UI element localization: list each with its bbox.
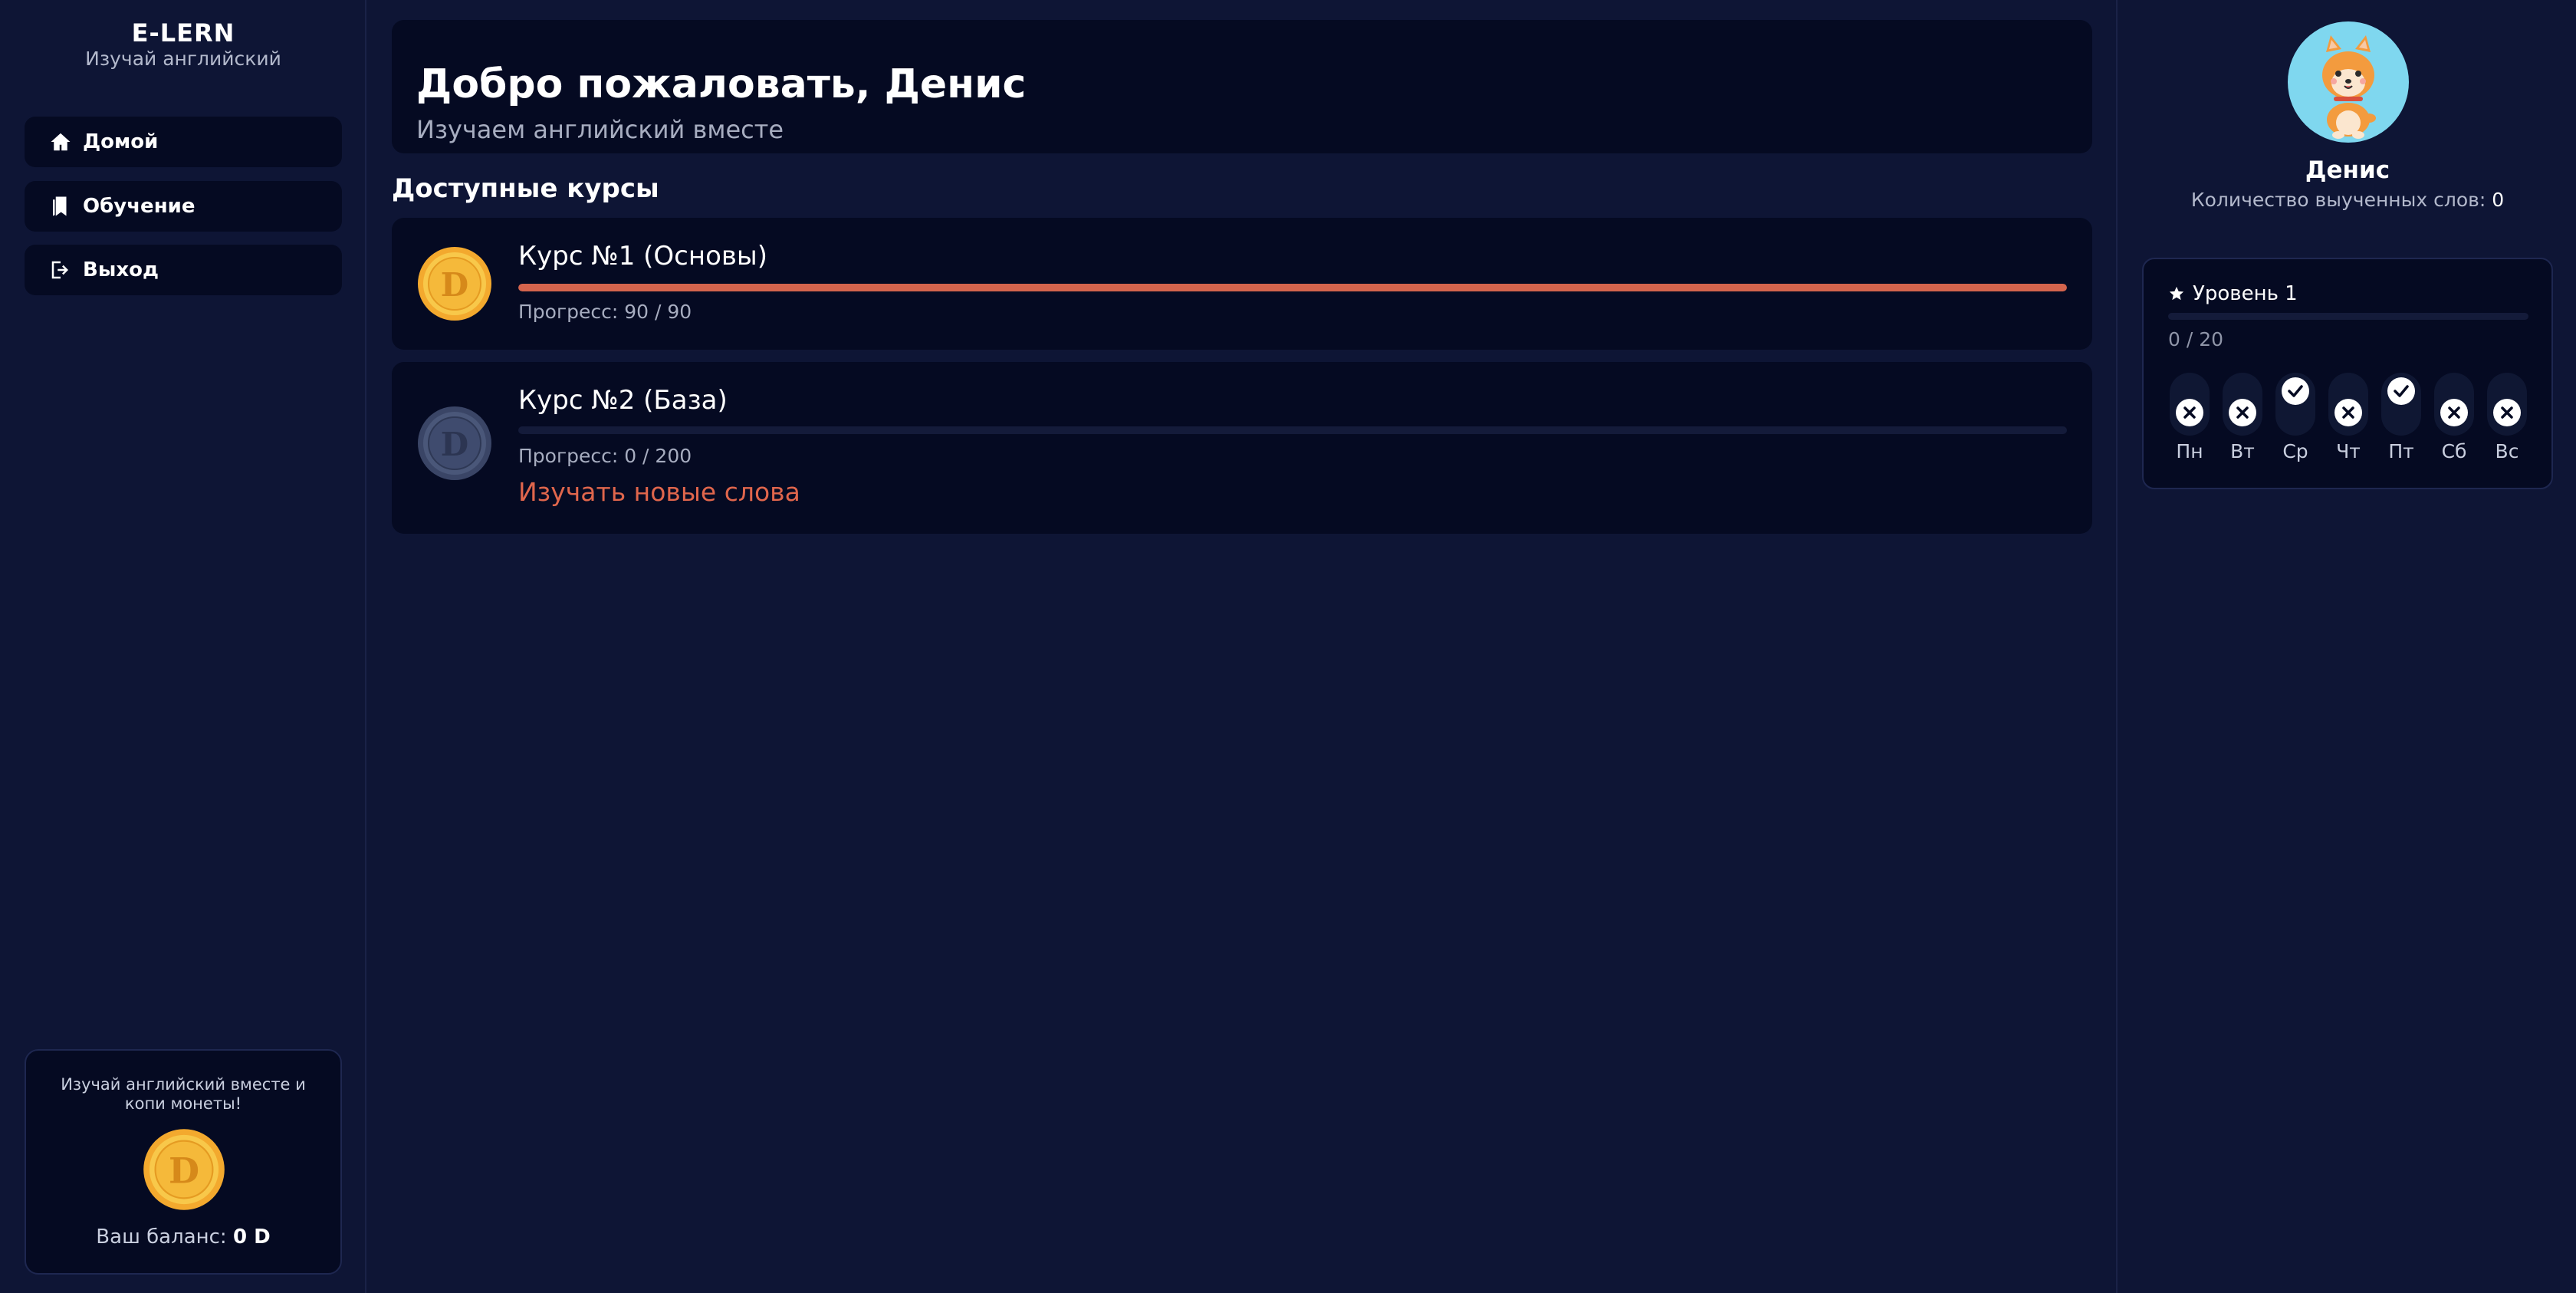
check-icon [2387,377,2415,405]
courses-section-title: Доступные курсы [392,173,659,204]
day-label: Сб [2441,440,2467,462]
learned-words-label: Количество выученных слов: [2190,189,2486,211]
profile-panel: Денис Количество выученных слов: 0 Урове… [2116,0,2576,1293]
level-title-text: Уровень 1 [2193,282,2298,305]
day-label: Чт [2336,440,2361,462]
sidebar-item-logout[interactable]: Выход [25,245,342,295]
sidebar-item-label: Обучение [83,195,196,218]
day-6: Вс [2486,373,2528,462]
course-title: Курс №1 (Основы) [518,241,768,271]
learned-words-count: Количество выученных слов: 0 [2118,189,2576,211]
home-icon [51,133,71,151]
day-label: Вс [2495,440,2519,462]
balance-label: Ваш баланс: [96,1226,227,1249]
coin-icon: D [142,1127,226,1215]
course-card[interactable]: D Курс №1 (Основы) Прогресс: 90 / 90 [392,218,2092,350]
day-label: Вт [2230,440,2255,462]
welcome-banner: Добро пожаловать, Денис Изучаем английск… [392,20,2092,153]
shiba-dog-avatar-icon [2322,35,2376,139]
day-4: Пт [2380,373,2423,462]
balance-value: 0 D [232,1226,271,1249]
cross-icon [2334,399,2362,426]
cross-icon [2440,399,2468,426]
sidebar-item-label: Выход [83,258,159,281]
day-label: Ср [2282,440,2308,462]
day-label: Пт [2388,440,2414,462]
sidebar: E-LERN Изучай английский Домой Обучение … [0,0,366,1293]
day-5: Сб [2433,373,2476,462]
level-progress-text: 0 / 20 [2168,328,2224,350]
course-progress-text: Прогресс: 90 / 90 [518,301,692,323]
bookmarks-icon [53,196,67,216]
sidebar-item-home[interactable]: Домой [25,117,342,167]
cross-icon [2176,399,2203,426]
day-pill [2170,373,2210,436]
level-progress-bar [2168,313,2528,320]
week-streak: Пн Вт Ср Чт Пт Сб Вс [2168,373,2528,462]
level-title: Уровень 1 [2168,282,2298,305]
course-progress-bar [518,284,2067,291]
day-pill [2381,373,2421,436]
learned-words-value: 0 [2492,189,2505,211]
day-pill [2275,373,2315,436]
day-0: Пн [2168,373,2211,462]
day-pill [2434,373,2474,436]
day-3: Чт [2327,373,2370,462]
course-title: Курс №2 (База) [518,385,728,416]
promo-text: Изучай английский вместе и копи монеты! [61,1075,306,1113]
cross-icon [2493,399,2521,426]
day-pill [2328,373,2368,436]
svg-text:D: D [169,1150,199,1192]
locked-coin-icon: D [416,405,493,485]
day-label: Пн [2176,440,2203,462]
day-pill [2223,373,2262,436]
day-1: Вт [2221,373,2264,462]
check-icon [2282,377,2309,405]
app-tagline: Изучай английский [85,48,281,70]
svg-text:D: D [441,426,468,463]
level-card: Уровень 1 0 / 20 Пн Вт Ср Чт Пт Сб Вс [2142,258,2553,489]
course-progress-bar [518,426,2067,434]
coins-promo-card: Изучай английский вместе и копи монеты! … [25,1049,342,1275]
course-progress-fill [518,284,2067,291]
logout-icon [51,261,68,279]
sidebar-item-learning[interactable]: Обучение [25,181,342,232]
balance-text: Ваш баланс: 0 D [26,1226,340,1249]
day-2: Ср [2274,373,2317,462]
course-card[interactable]: D Курс №2 (База) Прогресс: 0 / 200 Изуча… [392,362,2092,534]
learn-new-words-link[interactable]: Изучать новые слова [518,477,800,507]
star-icon [2169,286,2184,301]
page-subtitle: Изучаем английский вместе [416,115,784,144]
svg-text:D: D [441,266,468,304]
user-name: Денис [2305,156,2390,184]
day-pill [2487,373,2527,436]
page-title: Добро пожаловать, Денис [416,61,1027,107]
app-logo-title: E-LERN [131,18,235,48]
sidebar-item-label: Домой [83,130,159,153]
avatar[interactable] [2288,21,2409,143]
cross-icon [2229,399,2256,426]
gold-coin-icon: D [416,245,493,325]
course-progress-text: Прогресс: 0 / 200 [518,445,692,467]
